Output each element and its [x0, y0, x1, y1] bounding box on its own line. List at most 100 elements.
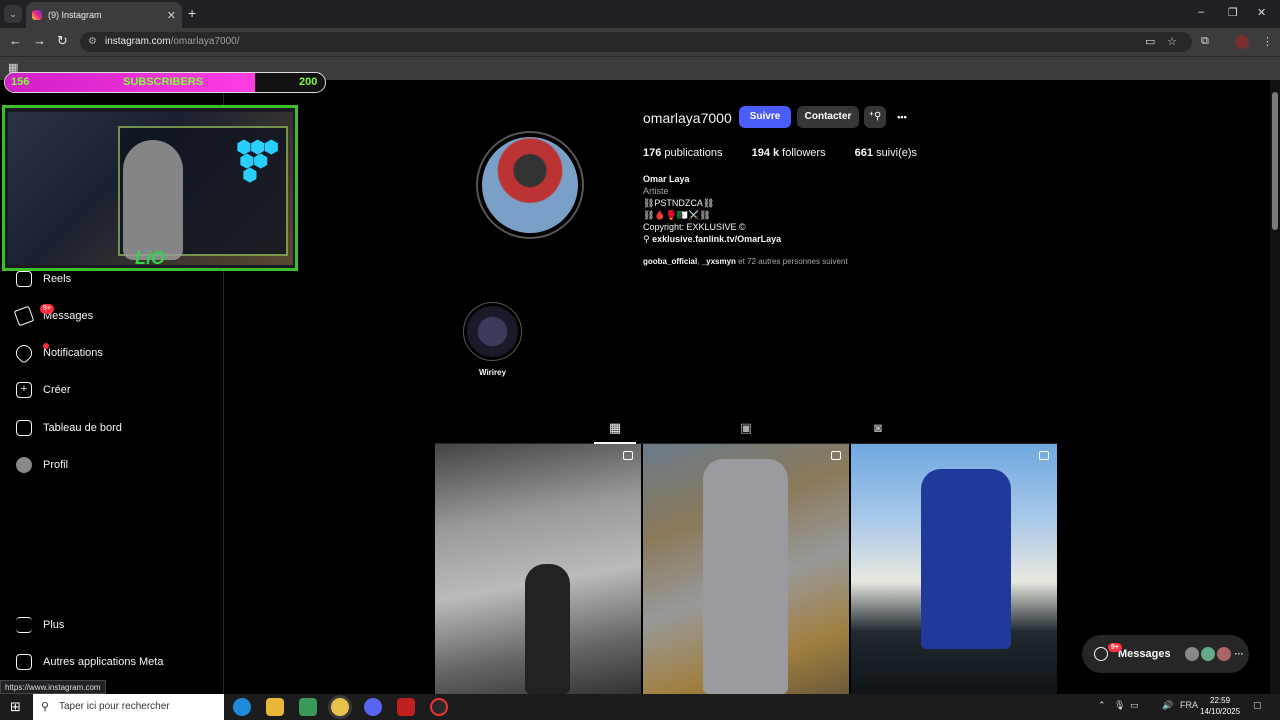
browser-profile-avatar[interactable]: [1235, 35, 1249, 49]
clock-date: 14/10/2025: [1200, 707, 1241, 716]
close-window-button[interactable]: ✕: [1257, 6, 1266, 19]
volume-icon[interactable]: 🔊: [1162, 700, 1173, 711]
sidebar-item-create[interactable]: + Créer: [16, 382, 71, 398]
taskbar-search-placeholder: Taper ici pour rechercher: [59, 701, 170, 712]
restore-button[interactable]: ❐: [1228, 6, 1238, 19]
discord-icon[interactable]: [364, 698, 382, 716]
contact-button[interactable]: Contacter: [797, 106, 859, 128]
new-tab-button[interactable]: +: [188, 6, 196, 20]
app-icon[interactable]: [397, 698, 415, 716]
tab-close-icon[interactable]: ✕: [167, 9, 176, 22]
profile-stats: 176 publications 194 k followers 661 sui…: [643, 147, 943, 159]
sidebar-item-notifications[interactable]: Notifications: [12, 341, 103, 365]
screen: ⌄ (9) Instagram ✕ + – ❐ ✕ ← → ↻ ⚙ instag…: [0, 0, 1280, 720]
carousel-icon: [1039, 451, 1049, 460]
tagged-tab-icon[interactable]: ◙: [870, 420, 886, 436]
webcam-feed: ⬢⬢⬢ ⬢⬢ ⬢: [8, 112, 293, 265]
forward-arrow-icon[interactable]: →: [33, 34, 46, 48]
notifications-center-icon[interactable]: ▢: [1253, 700, 1262, 711]
following-stat[interactable]: 661 suivi(e)s: [855, 147, 917, 159]
sidebar-item-meta-apps[interactable]: Autres applications Meta: [16, 654, 163, 670]
streamer-logo-icon: LiO: [135, 248, 165, 268]
messages-pill-badge: 9+: [1108, 643, 1122, 652]
browser-menu-icon[interactable]: ⋮: [1262, 35, 1273, 48]
add-user-icon[interactable]: ⁺⚲: [864, 106, 886, 128]
obs-icon[interactable]: [430, 698, 448, 716]
browser-tab-bar: ⌄ (9) Instagram ✕ + – ❐ ✕: [0, 0, 1280, 28]
profile-name: Omar Laya: [643, 174, 690, 184]
posts-grid-icon[interactable]: ▦: [607, 420, 623, 436]
more-options-button[interactable]: •••: [891, 106, 913, 128]
sidebar-item-label: Profil: [43, 459, 69, 471]
bookmark-star-icon[interactable]: ☆: [1167, 35, 1177, 48]
address-toolbar: ← → ↻ ⚙ instagram.com/omarlaya7000/ ▭ ☆ …: [0, 28, 1280, 56]
bio-link-text: exklusive.fanlink.tv/OmarLaya: [652, 234, 782, 244]
file-explorer-icon[interactable]: [266, 698, 284, 716]
post-figure: [921, 469, 1011, 649]
reels-icon: [16, 271, 32, 287]
carousel-icon: [623, 451, 633, 460]
post-thumbnail[interactable]: [643, 444, 849, 694]
url-host: instagram.com: [105, 36, 171, 47]
profile-username: omarlaya7000: [643, 110, 732, 126]
page-scrollbar[interactable]: [1270, 80, 1280, 694]
reels-tab-icon[interactable]: ▣: [738, 420, 754, 436]
sidebar-item-label: Tableau de bord: [43, 422, 122, 434]
sidebar-item-more[interactable]: Plus: [16, 617, 64, 633]
posts-label: publications: [664, 147, 723, 159]
post-thumbnail[interactable]: [851, 444, 1057, 694]
story-highlight-cover: [467, 306, 518, 357]
microphone-icon[interactable]: 🎙: [1114, 700, 1125, 711]
profile-category: Artiste: [643, 186, 669, 196]
followers-stat[interactable]: 194 k followers: [752, 147, 826, 159]
followers-count: 194 k: [751, 147, 780, 159]
chrome-icon[interactable]: [331, 698, 349, 716]
reload-icon[interactable]: ↻: [57, 34, 68, 48]
sidebar-item-reels[interactable]: Reels: [16, 271, 71, 287]
bio-link[interactable]: ⚲ exklusive.fanlink.tv/OmarLaya: [643, 234, 781, 245]
status-url-tooltip: https://www.instagram.com: [0, 680, 106, 694]
edge-icon[interactable]: [233, 698, 251, 716]
post-thumbnail[interactable]: [435, 444, 641, 694]
sidebar-item-messages[interactable]: 9+ Messages: [13, 304, 93, 327]
network-icon[interactable]: ▭: [1130, 700, 1139, 711]
bio-line-1: ⛓PSTNDZCA⛓: [643, 198, 715, 208]
create-icon: +: [16, 382, 32, 398]
store-icon[interactable]: [299, 698, 317, 716]
story-highlight[interactable]: [463, 302, 522, 361]
post-figure: [703, 459, 788, 694]
avatar: [1200, 647, 1215, 661]
back-arrow-icon[interactable]: ←: [9, 34, 22, 48]
sidebar-item-profile[interactable]: Profil: [16, 457, 68, 473]
cast-icon[interactable]: ▭: [1145, 35, 1155, 48]
browser-tab-instagram[interactable]: (9) Instagram ✕: [26, 2, 182, 28]
sidebar-item-dashboard[interactable]: Tableau de bord: [16, 420, 122, 436]
tray-chevron-icon[interactable]: ⌃: [1098, 700, 1106, 711]
avatar: [1216, 647, 1231, 661]
follow-button[interactable]: Suivre: [739, 106, 791, 128]
link-icon: ⚲: [643, 234, 653, 244]
taskbar-clock[interactable]: 22:59 14/10/2025: [1200, 695, 1240, 717]
messages-floating-button[interactable]: 9+ Messages ···: [1082, 635, 1249, 673]
url-field[interactable]: ⚙ instagram.com/omarlaya7000/: [80, 32, 1192, 52]
tab-search-icon[interactable]: ⌄: [4, 5, 22, 23]
language-indicator[interactable]: FRA: [1180, 700, 1198, 710]
sidebar-item-label: Créer: [43, 384, 71, 396]
instagram-favicon-icon: [32, 10, 42, 20]
following-label: suivi(e)s: [876, 147, 918, 159]
sidebar-item-label: Reels: [43, 273, 72, 285]
taskbar-search-input[interactable]: ⚲ Taper ici pour rechercher: [33, 694, 224, 720]
minimize-button[interactable]: –: [1198, 6, 1204, 18]
followed-by[interactable]: gooba_official, _yxsmyn et 72 autres per…: [643, 257, 848, 266]
extensions-icon[interactable]: ⧉: [1201, 35, 1209, 48]
messages-pill-label: Messages: [1118, 648, 1171, 660]
webcam-overlay: ⬢⬢⬢ ⬢⬢ ⬢ LiO: [2, 105, 298, 271]
scrollbar-thumb[interactable]: [1272, 92, 1278, 230]
hexagon-lights-icon: ⬢⬢⬢ ⬢⬢ ⬢: [236, 137, 279, 185]
heart-icon: [12, 341, 36, 365]
windows-start-icon[interactable]: ⊞: [10, 700, 21, 714]
story-highlight-label: Wirirey: [478, 368, 507, 377]
site-info-icon[interactable]: ⚙: [88, 32, 97, 52]
profile-avatar[interactable]: [476, 131, 584, 239]
meta-apps-icon: [16, 654, 32, 670]
